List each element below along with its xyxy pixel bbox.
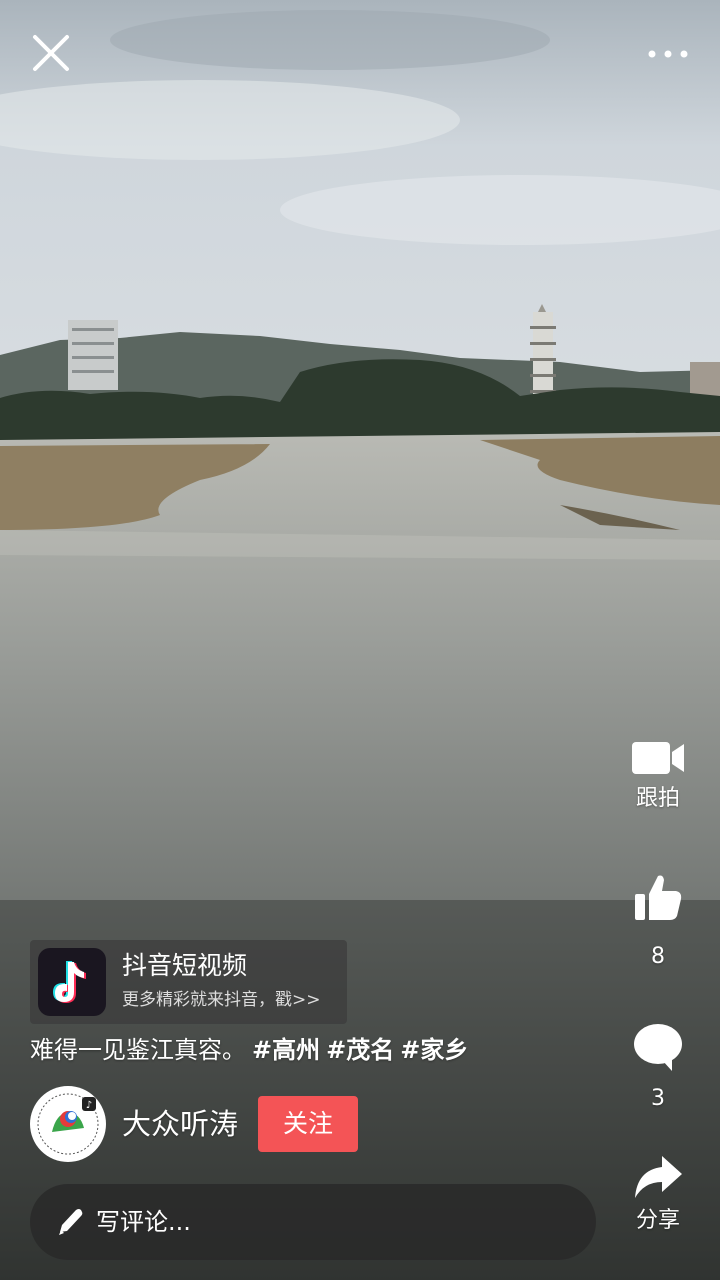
- hashtag-hometown[interactable]: #家乡: [400, 1036, 468, 1064]
- avatar-logo: ♪: [31, 1087, 105, 1161]
- speech-bubble-icon: [634, 1024, 682, 1071]
- avatar[interactable]: ♪: [30, 1086, 106, 1162]
- comment-button[interactable]: 3: [618, 1022, 698, 1114]
- share-label: 分享: [635, 1208, 680, 1233]
- share-arrow-icon: [635, 1156, 682, 1198]
- shoot-same-label: 跟拍: [635, 786, 680, 811]
- video-camera-icon: [632, 742, 684, 774]
- comment-input[interactable]: 写评论...: [30, 1184, 596, 1260]
- more-dots-icon: [648, 50, 688, 58]
- shoot-same-button[interactable]: 跟拍: [618, 736, 698, 814]
- like-count: 8: [651, 944, 665, 969]
- thumbs-up-icon: [635, 875, 682, 920]
- close-button[interactable]: [26, 28, 76, 78]
- caption-text: 难得一见鉴江真容。: [30, 1036, 246, 1064]
- hashtag-gaozhou[interactable]: #高州: [252, 1036, 320, 1064]
- more-options-button[interactable]: [640, 32, 696, 76]
- pencil-icon: [59, 1209, 83, 1235]
- comment-placeholder: 写评论...: [96, 1208, 191, 1236]
- like-button[interactable]: 8: [618, 872, 698, 972]
- video-frame[interactable]: [0, 0, 720, 1280]
- video-player-screen: 跟拍 8 3 分享 抖音短视频 更多精彩就来抖音，戳>> 难得一见鉴江真容。 #…: [0, 0, 720, 1280]
- douyin-promo-banner[interactable]: 抖音短视频 更多精彩就来抖音，戳>>: [30, 940, 347, 1024]
- follow-button[interactable]: 关注: [258, 1096, 358, 1152]
- video-caption: 难得一见鉴江真容。 #高州 #茂名 #家乡: [30, 1030, 468, 1070]
- comment-count: 3: [651, 1086, 665, 1111]
- promo-title: 抖音短视频: [122, 951, 248, 980]
- promo-subtitle: 更多精彩就来抖音，戳>>: [122, 990, 321, 1010]
- author-name[interactable]: 大众听涛: [122, 1102, 238, 1146]
- hashtag-maoming[interactable]: #茂名: [326, 1036, 394, 1064]
- share-button[interactable]: 分享: [618, 1152, 698, 1236]
- svg-text:♪: ♪: [86, 1100, 92, 1111]
- tiktok-logo-icon: [38, 948, 106, 1016]
- close-icon: [33, 35, 69, 71]
